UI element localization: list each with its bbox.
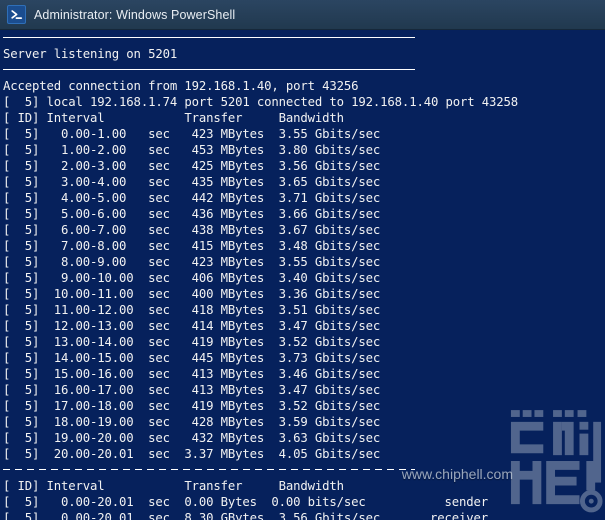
console-line: Accepted connection from 192.168.1.40, p… (3, 79, 359, 93)
console-separator (0, 62, 605, 78)
console-line: [ ID] Interval Transfer Bandwidth (3, 479, 344, 493)
console-line: [ 5] 4.00-5.00 sec 442 MBytes 3.71 Gbits… (3, 191, 381, 205)
console-line: [ 5] 13.00-14.00 sec 419 MBytes 3.52 Gbi… (3, 335, 381, 349)
console-line: [ 5] 12.00-13.00 sec 414 MBytes 3.47 Gbi… (3, 319, 381, 333)
console-line: Server listening on 5201 (3, 47, 178, 61)
console-line: [ 5] 6.00-7.00 sec 438 MBytes 3.67 Gbits… (3, 223, 381, 237)
console-line: [ 5] 15.00-16.00 sec 413 MBytes 3.46 Gbi… (3, 367, 381, 381)
console-line: [ ID] Interval Transfer Bandwidth (3, 111, 344, 125)
console-line: [ 5] local 192.168.1.74 port 5201 connec… (3, 95, 518, 109)
console-separator-dashed (0, 462, 605, 478)
console-line: [ 5] 2.00-3.00 sec 425 MBytes 3.56 Gbits… (3, 159, 381, 173)
window-titlebar[interactable]: Administrator: Windows PowerShell (0, 0, 605, 30)
console-line: [ 5] 7.00-8.00 sec 415 MBytes 3.48 Gbits… (3, 239, 381, 253)
console-line: [ 5] 3.00-4.00 sec 435 MBytes 3.65 Gbits… (3, 175, 381, 189)
console-output-area[interactable]: Server listening on 5201 Accepted connect… (0, 30, 605, 520)
console-line-list: Server listening on 5201 Accepted connect… (0, 30, 605, 520)
console-line: [ 5] 20.00-20.01 sec 3.37 MBytes 4.05 Gb… (3, 447, 381, 461)
console-line: [ 5] 14.00-15.00 sec 445 MBytes 3.73 Gbi… (3, 351, 381, 365)
console-line: [ 5] 1.00-2.00 sec 453 MBytes 3.80 Gbits… (3, 143, 381, 157)
console-line: [ 5] 0.00-20.01 sec 8.30 GBytes 3.56 Gbi… (0, 510, 605, 520)
console-line: [ 5] 19.00-20.00 sec 432 MBytes 3.63 Gbi… (3, 431, 381, 445)
console-line: [ 5] 8.00-9.00 sec 423 MBytes 3.55 Gbits… (3, 255, 381, 269)
console-line: [ 5] 18.00-19.00 sec 428 MBytes 3.59 Gbi… (3, 415, 381, 429)
console-line: [ 5] 0.00-1.00 sec 423 MBytes 3.55 Gbits… (3, 127, 381, 141)
console-line: [ 5] 16.00-17.00 sec 413 MBytes 3.47 Gbi… (3, 383, 381, 397)
console-line: [ 5] 0.00-20.01 sec 0.00 Bytes 0.00 bits… (3, 495, 488, 509)
console-line: [ 5] 10.00-11.00 sec 400 MBytes 3.36 Gbi… (3, 287, 381, 301)
console-line: [ 5] 5.00-6.00 sec 436 MBytes 3.66 Gbits… (3, 207, 381, 221)
console-separator (0, 30, 605, 46)
powershell-icon (7, 5, 26, 24)
console-line: [ 5] 9.00-10.00 sec 406 MBytes 3.40 Gbit… (3, 271, 381, 285)
console-line: [ 5] 17.00-18.00 sec 419 MBytes 3.52 Gbi… (3, 399, 381, 413)
console-line: [ 5] 11.00-12.00 sec 418 MBytes 3.51 Gbi… (3, 303, 381, 317)
console-role-label: receiver (429, 511, 488, 520)
window-title: Administrator: Windows PowerShell (34, 7, 236, 22)
console-role-label: sender (444, 495, 488, 509)
